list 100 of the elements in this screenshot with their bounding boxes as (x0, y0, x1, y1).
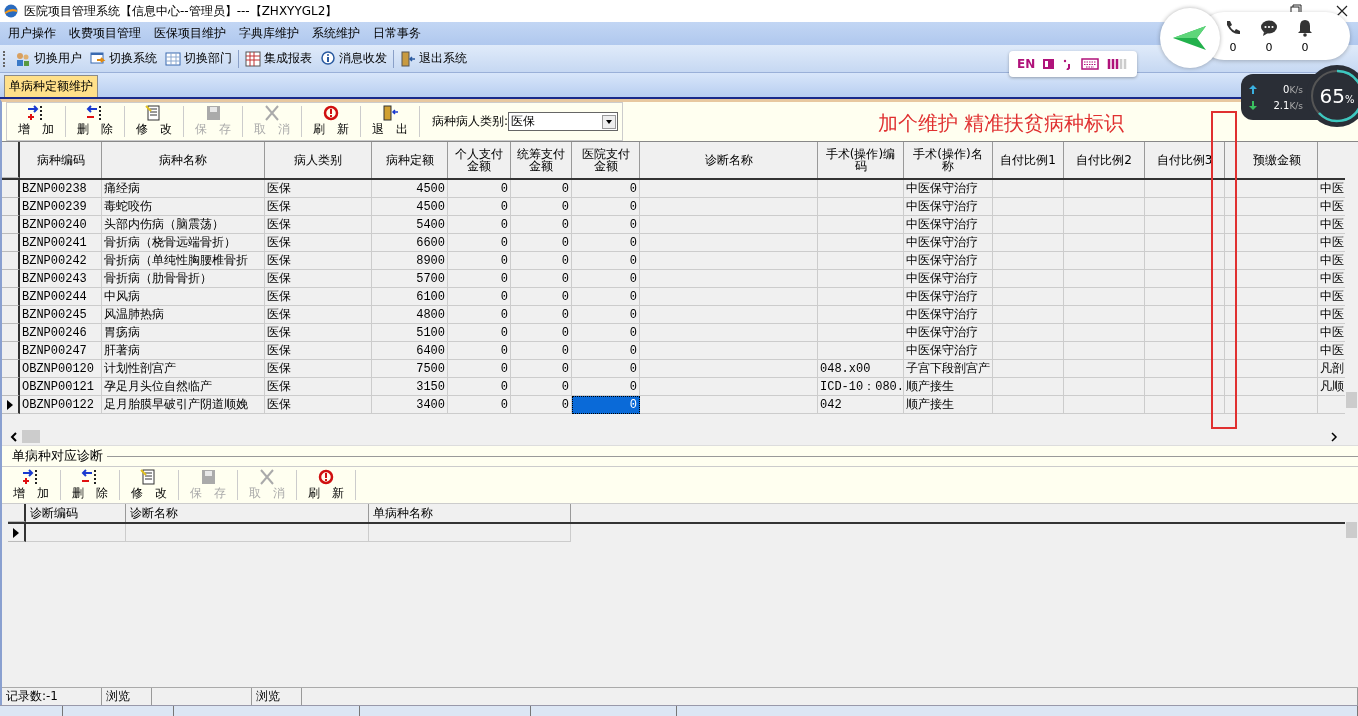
table-cell: 医保 (265, 198, 372, 216)
column-header[interactable]: 手术(操作)编码 (818, 142, 904, 178)
table-cell: 0 (572, 198, 640, 216)
column-header[interactable]: 病种编码 (20, 142, 102, 178)
table-cell: 0 (448, 342, 511, 360)
table-cell: 6400 (372, 342, 448, 360)
table-cell: BZNP00245 (20, 306, 102, 324)
toolbar-button[interactable]: 修改 (125, 103, 183, 140)
table-cell: 痛经病 (102, 180, 265, 198)
patient-type-dropdown[interactable]: 医保 (508, 112, 619, 131)
column-header[interactable]: 自付比例3 (1145, 142, 1225, 178)
table-cell (993, 342, 1064, 360)
toolbar-button[interactable]: 切换系统 (86, 50, 161, 67)
menu-item[interactable]: 用户操作 (2, 25, 62, 42)
phone-icon[interactable] (1224, 18, 1242, 37)
table-cell: BZNP00240 (20, 216, 102, 234)
table-cell (993, 306, 1064, 324)
row-header[interactable] (2, 288, 20, 306)
add-row-icon (22, 468, 40, 485)
table-cell: 0 (448, 396, 511, 414)
toolbar-button[interactable]: 消息收发 (316, 50, 391, 67)
half-width-icon[interactable] (1043, 58, 1056, 70)
save-icon (199, 468, 217, 485)
column-header[interactable]: 诊断编码 (26, 504, 126, 522)
table-cell: 医保 (265, 234, 372, 252)
table-cell (993, 324, 1064, 342)
toolbar-button[interactable]: 切换部门 (161, 50, 236, 67)
row-header[interactable] (2, 234, 20, 252)
row-header[interactable] (2, 198, 20, 216)
column-header[interactable]: 病种定额 (372, 142, 448, 178)
close-icon[interactable] (1336, 5, 1348, 17)
keyboard-icon[interactable] (1081, 58, 1100, 70)
toolbar-button[interactable]: 删除 (61, 467, 119, 503)
notification-count: 0 (1265, 40, 1273, 54)
menu-item[interactable]: 字典库维护 (233, 25, 305, 42)
column-header[interactable]: 自付比例1 (993, 142, 1064, 178)
table-cell: 中医保守治疗 (904, 342, 993, 360)
toolbar-button[interactable]: 增加 (7, 103, 65, 140)
row-header[interactable] (2, 378, 20, 396)
row-header[interactable] (2, 342, 20, 360)
refresh-icon (322, 105, 340, 121)
toolbar-button[interactable]: 增加 (2, 467, 60, 503)
menu-item[interactable]: 系统维护 (306, 25, 366, 42)
horizontal-scrollbar[interactable] (2, 428, 1358, 446)
menu-item[interactable]: 收费项目管理 (63, 25, 147, 42)
toolbar-button[interactable]: 退出系统 (396, 50, 471, 67)
row-header[interactable] (2, 306, 20, 324)
language-label[interactable]: EN (1017, 57, 1036, 71)
toolbar-button[interactable]: 退出 (361, 103, 419, 140)
table-cell: 头部内伤病（脑震荡） (102, 216, 265, 234)
table-cell: BZNP00247 (20, 342, 102, 360)
toolbar-button[interactable]: 删除 (66, 103, 124, 140)
column-header[interactable]: 病种名称 (102, 142, 265, 178)
bell-icon[interactable] (1296, 18, 1314, 37)
toolbar-button[interactable]: 切换用户 (11, 50, 86, 67)
upload-speed: 0K/s (1282, 83, 1303, 95)
toolbar-button[interactable]: 集成报表 (241, 50, 316, 67)
row-header[interactable] (2, 180, 20, 198)
download-arrow-icon (1249, 100, 1257, 110)
chat-icon[interactable] (1260, 18, 1278, 37)
row-header[interactable] (2, 216, 20, 234)
table-cell: 6600 (372, 234, 448, 252)
table-cell: 5400 (372, 216, 448, 234)
table-cell: 计划性剖宫产 (102, 360, 265, 378)
scroll-left-icon[interactable] (8, 430, 20, 443)
window-arrow-icon (90, 50, 106, 67)
toolbar-button[interactable]: 刷新 (302, 103, 360, 140)
current-row-icon (7, 399, 13, 410)
column-header[interactable]: 诊断名称 (126, 504, 369, 522)
tab[interactable]: 单病种定额维护 (4, 75, 98, 97)
table-cell: 0 (572, 360, 640, 378)
column-header[interactable]: 单病种名称 (369, 504, 571, 522)
row-header[interactable] (8, 524, 26, 542)
column-header[interactable]: 医院支付金额 (572, 142, 640, 178)
scroll-thumb[interactable] (22, 430, 40, 443)
table-cell: 0 (511, 180, 572, 198)
column-header[interactable]: 统筹支付金额 (511, 142, 572, 178)
menu-item[interactable]: 医保项目维护 (148, 25, 232, 42)
row-header[interactable] (2, 360, 20, 378)
table-cell: 0 (448, 306, 511, 324)
table-cell: 医保 (265, 270, 372, 288)
row-header[interactable] (2, 252, 20, 270)
row-header[interactable] (2, 396, 20, 414)
toolbar-button[interactable]: 刷新 (297, 467, 355, 503)
row-header[interactable] (2, 324, 20, 342)
scroll-right-icon[interactable] (1328, 430, 1340, 443)
edit-document-icon (145, 105, 163, 121)
table-cell: 0 (511, 252, 572, 270)
table-cell: 肝著病 (102, 342, 265, 360)
menu-item[interactable]: 日常事务 (367, 25, 427, 42)
column-header[interactable]: 个人支付金额 (448, 142, 511, 178)
column-header[interactable]: 预缴金额 (1237, 142, 1318, 178)
toolbar-button[interactable]: 修改 (120, 467, 178, 503)
row-header[interactable] (2, 270, 20, 288)
column-header[interactable]: 自付比例2 (1064, 142, 1145, 178)
cancel-icon (258, 468, 276, 485)
column-header[interactable]: 诊断名称 (640, 142, 818, 178)
send-arrow-icon (1173, 25, 1207, 51)
column-header[interactable]: 手术(操作)名称 (904, 142, 993, 178)
column-header[interactable]: 病人类别 (265, 142, 372, 178)
